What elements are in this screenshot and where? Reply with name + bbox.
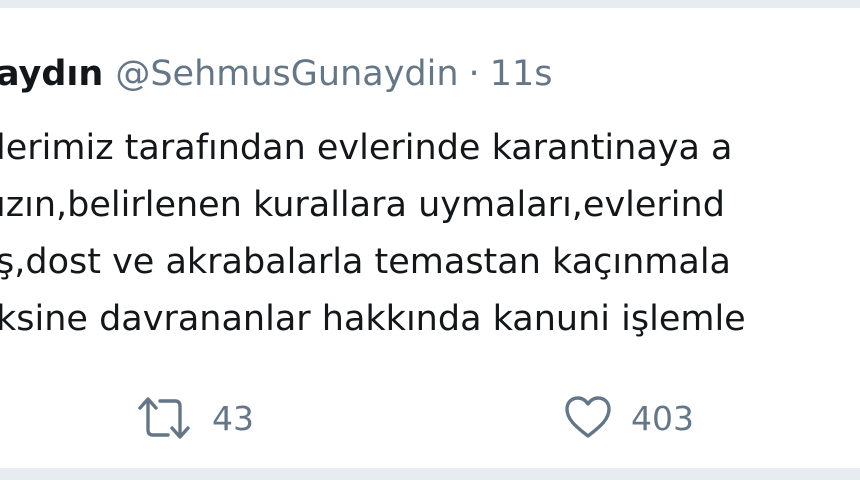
like-count: 403	[631, 398, 694, 438]
tweet-text: lerimiz tarafından evlerinde karantinaya…	[0, 120, 860, 348]
heart-icon	[563, 394, 613, 442]
retweet-count: 43	[212, 398, 254, 438]
tweet-text-line: ızın,belirlenen kurallara uymaları,evler…	[0, 185, 725, 225]
tweet-text-line: ksine davrananlar hakkında kanuni işleml…	[0, 299, 746, 339]
timeline-divider	[0, 468, 860, 480]
retweet-button[interactable]: 43	[134, 394, 254, 442]
tweet-header: aydın @SehmusGunaydin · 11s	[0, 50, 552, 98]
tweet-card: aydın @SehmusGunaydin · 11s lerimiz tarafın…	[0, 8, 860, 468]
like-button[interactable]: 403	[563, 394, 694, 442]
tweet-timestamp[interactable]: 11s	[490, 54, 553, 94]
retweet-icon	[134, 394, 194, 442]
tweet-text-line: ş,dost ve akrabalarla temastan kaçınmala	[0, 242, 731, 282]
author-name[interactable]: aydın	[0, 54, 103, 94]
tweet-actions: 43 403	[0, 394, 860, 450]
separator-dot: ·	[468, 54, 480, 94]
author-handle[interactable]: @SehmusGunaydin	[115, 54, 458, 94]
tweet-text-line: lerimiz tarafından evlerinde karantinaya…	[0, 128, 733, 168]
